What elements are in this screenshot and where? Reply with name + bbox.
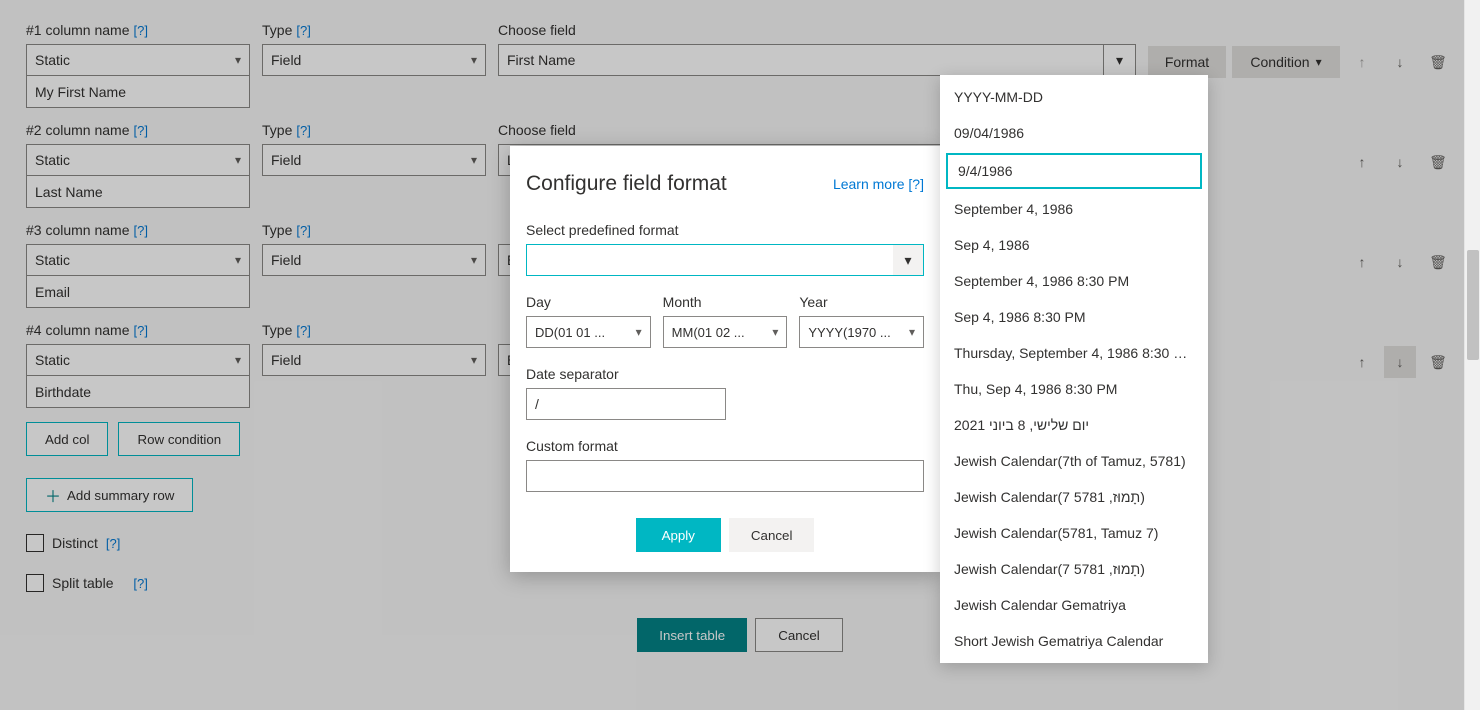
format-option[interactable]: 09/04/1986 [940, 115, 1208, 151]
custom-format-input[interactable] [526, 460, 924, 492]
format-option[interactable]: Sep 4, 1986 8:30 PM [940, 299, 1208, 335]
month-label: Month [663, 294, 788, 310]
month-select[interactable]: MM(01 02 ...▾ [663, 316, 788, 348]
day-select[interactable]: DD(01 01 ...▾ [526, 316, 651, 348]
chevron-down-icon: ▾ [772, 325, 778, 339]
format-dropdown[interactable]: YYYY-MM-DD09/04/19869/4/1986September 4,… [940, 75, 1208, 663]
apply-button[interactable]: Apply [636, 518, 721, 552]
chevron-down-icon: ▾ [893, 245, 923, 275]
predefined-format-label: Select predefined format [526, 222, 924, 238]
format-option[interactable]: YYYY-MM-DD [940, 79, 1208, 115]
format-option[interactable]: Jewish Calendar Gematriya [940, 587, 1208, 623]
day-label: Day [526, 294, 651, 310]
learn-more-link[interactable]: Learn more [?] [833, 176, 924, 192]
chevron-down-icon: ▾ [909, 325, 915, 339]
format-option[interactable]: September 4, 1986 8:30 PM [940, 263, 1208, 299]
format-option[interactable]: 9/4/1986 [946, 153, 1202, 189]
format-option[interactable]: Thursday, September 4, 1986 8:30 PM [940, 335, 1208, 371]
format-option[interactable]: Thu, Sep 4, 1986 8:30 PM [940, 371, 1208, 407]
year-label: Year [799, 294, 924, 310]
format-option[interactable]: Sep 4, 1986 [940, 227, 1208, 263]
separator-input[interactable]: / [526, 388, 726, 420]
vertical-scrollbar[interactable] [1464, 0, 1480, 710]
format-option[interactable]: Short Jewish Gematriya Calendar [940, 623, 1208, 659]
format-option[interactable]: Jewish Calendar(5781, Tamuz 7) [940, 515, 1208, 551]
format-option[interactable]: Jewish Calendar(7th of Tamuz, 5781) [940, 443, 1208, 479]
separator-label: Date separator [526, 366, 924, 382]
modal-cancel-button[interactable]: Cancel [729, 518, 815, 552]
year-select[interactable]: YYYY(1970 ...▾ [799, 316, 924, 348]
modal-title: Configure field format [526, 172, 727, 196]
custom-format-label: Custom format [526, 438, 924, 454]
chevron-down-icon: ▾ [636, 325, 642, 339]
configure-format-modal: Configure field format Learn more [?] Se… [510, 146, 940, 572]
predefined-format-select[interactable]: ▾ [526, 244, 924, 276]
scrollbar-thumb[interactable] [1467, 250, 1479, 360]
format-option[interactable]: Jewish Calendar(7 5781 ,תָמוּז) [940, 479, 1208, 515]
format-option[interactable]: Jewish Calendar(7 5781 ,תָמוּז) [940, 551, 1208, 587]
format-option[interactable]: יום שלישי, 8 ביוני 2021 [940, 407, 1208, 443]
format-option[interactable]: September 4, 1986 [940, 191, 1208, 227]
